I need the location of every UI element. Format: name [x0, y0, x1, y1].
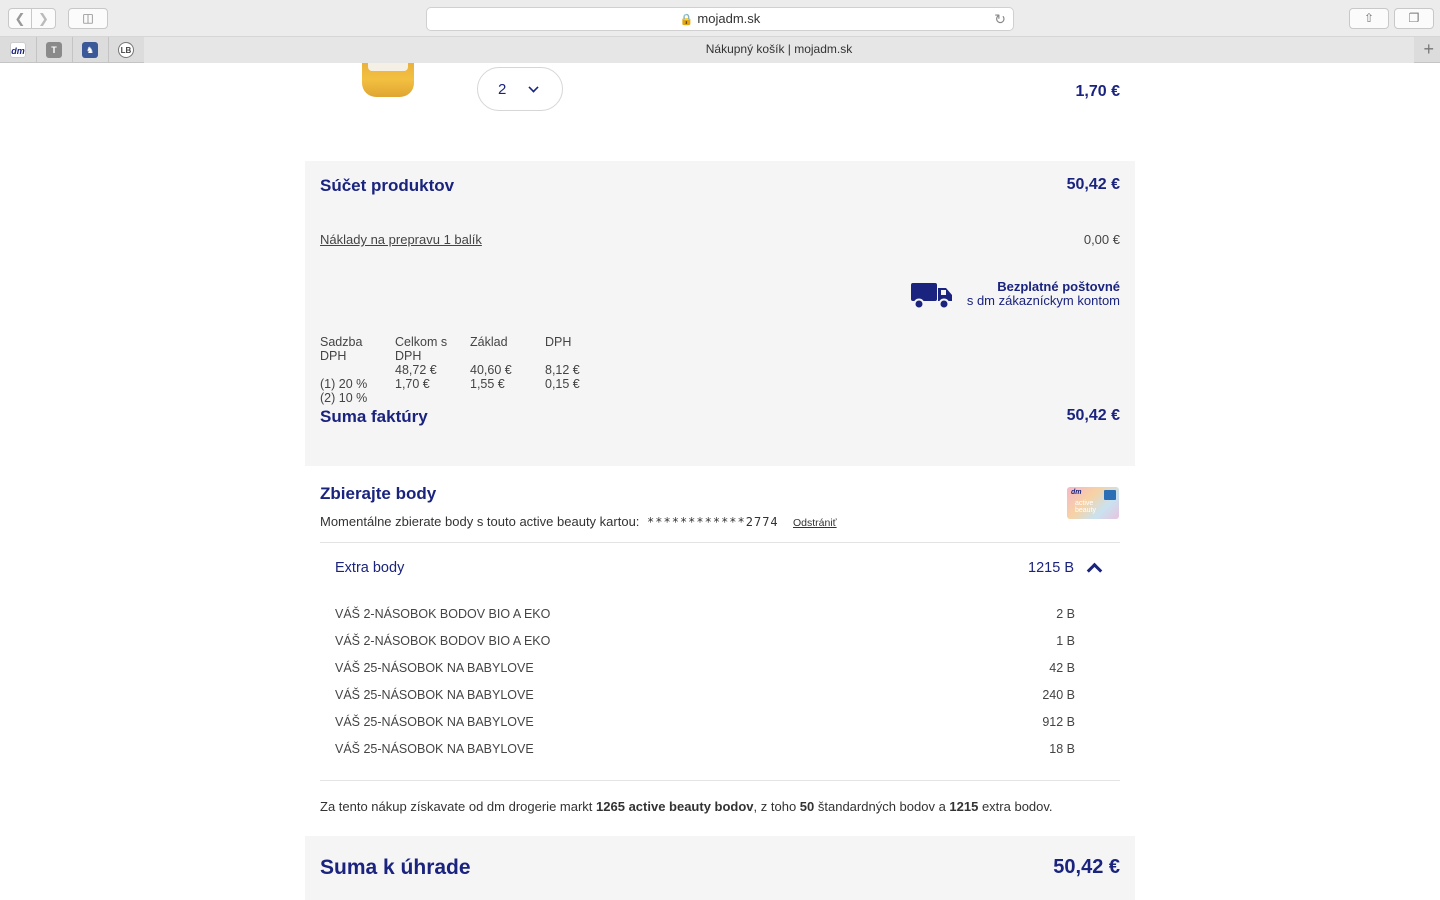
list-item: VÁŠ 25-NÁSOBOK NA BABYLOVE 42 B — [335, 661, 1075, 675]
amount-due-panel: Suma k úhrade 50,42 € — [305, 836, 1135, 900]
divider — [320, 780, 1120, 781]
list-item: VÁŠ 25-NÁSOBOK NA BABYLOVE 240 B — [335, 688, 1075, 702]
back-button[interactable]: ❮ — [8, 8, 32, 29]
tab-separator — [36, 37, 37, 63]
card-badge — [1104, 490, 1116, 500]
vat-cell: 0,15 € — [545, 377, 580, 391]
free-shipping-title: Bezplatné poštovné — [997, 279, 1120, 294]
browser-toolbar: ❮ ❯ ◫ 🔒 mojadm.sk ↻ ⇧ ❐ — [0, 0, 1440, 37]
tabs-icon: ❐ — [1408, 11, 1420, 25]
vat-cell: 40,60 € — [470, 363, 512, 377]
active-tab[interactable]: Nákupný košík | mojadm.sk — [144, 37, 1414, 63]
delivery-truck-icon — [911, 283, 952, 310]
list-item: VÁŠ 25-NÁSOBOK NA BABYLOVE 18 B — [335, 742, 1075, 756]
favorite-lb-icon[interactable]: LB — [118, 42, 134, 58]
vat-cell: 1,55 € — [470, 377, 505, 391]
points-card-info: Momentálne zbierate body s touto active … — [320, 514, 779, 529]
products-total-label: Súčet produktov — [320, 176, 455, 195]
quantity-select[interactable]: 2 — [477, 67, 563, 111]
points-summary-text: Za tento nákup získavate od dm drogerie … — [320, 799, 1053, 814]
list-item: VÁŠ 25-NÁSOBOK NA BABYLOVE 912 B — [335, 715, 1075, 729]
vat-cell: 8,12 € — [545, 363, 580, 377]
shipping-cost-link[interactable]: Náklady na prepravu 1 balík — [320, 232, 482, 247]
share-icon: ⇧ — [1363, 11, 1375, 25]
list-item: VÁŠ 2-NÁSOBOK BODOV BIO A EKO 1 B — [335, 634, 1075, 648]
chevron-up-icon[interactable] — [1086, 562, 1103, 579]
vat-header-base: Základ — [470, 335, 508, 349]
products-total-price: 50,42 € — [1066, 176, 1120, 193]
vat-cell: 1,70 € — [395, 377, 430, 391]
amount-due-price: 50,42 € — [1053, 856, 1120, 878]
product-image[interactable] — [362, 63, 414, 97]
url-text: mojadm.sk — [697, 11, 761, 26]
vat-cell: (2) 10 % — [320, 391, 368, 405]
forward-button[interactable]: ❯ — [32, 8, 56, 29]
invoice-total-price: 50,42 € — [1066, 407, 1120, 424]
card-number: ************2774 — [647, 515, 779, 529]
share-button[interactable]: ⇧ — [1349, 8, 1389, 29]
quantity-value: 2 — [498, 81, 507, 98]
vat-header-rate: Sadzba DPH — [320, 335, 363, 363]
address-bar[interactable]: 🔒 mojadm.sk ↻ — [426, 7, 1014, 31]
divider — [320, 542, 1120, 543]
extra-points-total: 1215 B — [1028, 560, 1074, 576]
reload-icon[interactable]: ↻ — [994, 8, 1006, 30]
lock-icon: 🔒 — [679, 14, 694, 26]
favorite-horse-icon[interactable]: ♞ — [82, 42, 98, 58]
active-beauty-card-image: dm active beauty — [1067, 487, 1119, 519]
favorite-t-icon[interactable]: T — [46, 42, 62, 58]
extra-points-list: VÁŠ 2-NÁSOBOK BODOV BIO A EKO 2 B VÁŠ 2-N… — [335, 607, 1075, 769]
tab-title: Nákupný košík | mojadm.sk — [705, 42, 853, 56]
vat-cell: 48,72 € — [395, 363, 437, 377]
vat-header-total: Celkom s DPH — [395, 335, 448, 363]
order-summary-panel: Súčet produktov 50,42 € Náklady na prepr… — [305, 161, 1135, 466]
shipping-cost-price: 0,00 € — [1083, 232, 1120, 247]
sidebar-toggle-button[interactable]: ◫ — [68, 8, 108, 29]
tabs-overview-button[interactable]: ❐ — [1394, 8, 1434, 29]
free-shipping-subtitle: s dm zákazníckym kontom — [966, 293, 1120, 308]
cart-page: 2 1,70 € Súčet produktov 50,42 € Náklady… — [0, 63, 1440, 900]
card-logo: active beauty — [1075, 500, 1097, 514]
dm-logo: dm — [1071, 489, 1082, 496]
vat-header-vat: DPH — [545, 335, 572, 349]
points-card-text: Momentálne zbierate body s touto active … — [320, 514, 640, 529]
tab-bar: dm T ♞ LB Nákupný košík | mojadm.sk + — [0, 37, 1440, 63]
remove-card-link[interactable]: Odstrániť — [793, 517, 837, 529]
collect-points-title: Zbierajte body — [320, 484, 437, 503]
amount-due-label: Suma k úhrade — [320, 856, 471, 879]
sidebar-icon: ◫ — [82, 11, 94, 25]
invoice-total-label: Suma faktúry — [320, 407, 428, 426]
new-tab-icon[interactable]: + — [1423, 39, 1434, 59]
chevron-down-icon — [528, 82, 539, 93]
product-price: 1,70 € — [1075, 83, 1120, 100]
tab-separator — [108, 37, 109, 63]
list-item: VÁŠ 2-NÁSOBOK BODOV BIO A EKO 2 B — [335, 607, 1075, 621]
vat-cell: (1) 20 % — [320, 377, 368, 391]
extra-points-toggle[interactable]: Extra body — [335, 560, 404, 576]
chevron-right-icon: ❯ — [38, 11, 49, 26]
tab-separator — [72, 37, 73, 63]
chevron-left-icon: ❮ — [14, 11, 26, 26]
favorite-dm-icon[interactable]: dm — [10, 42, 26, 58]
